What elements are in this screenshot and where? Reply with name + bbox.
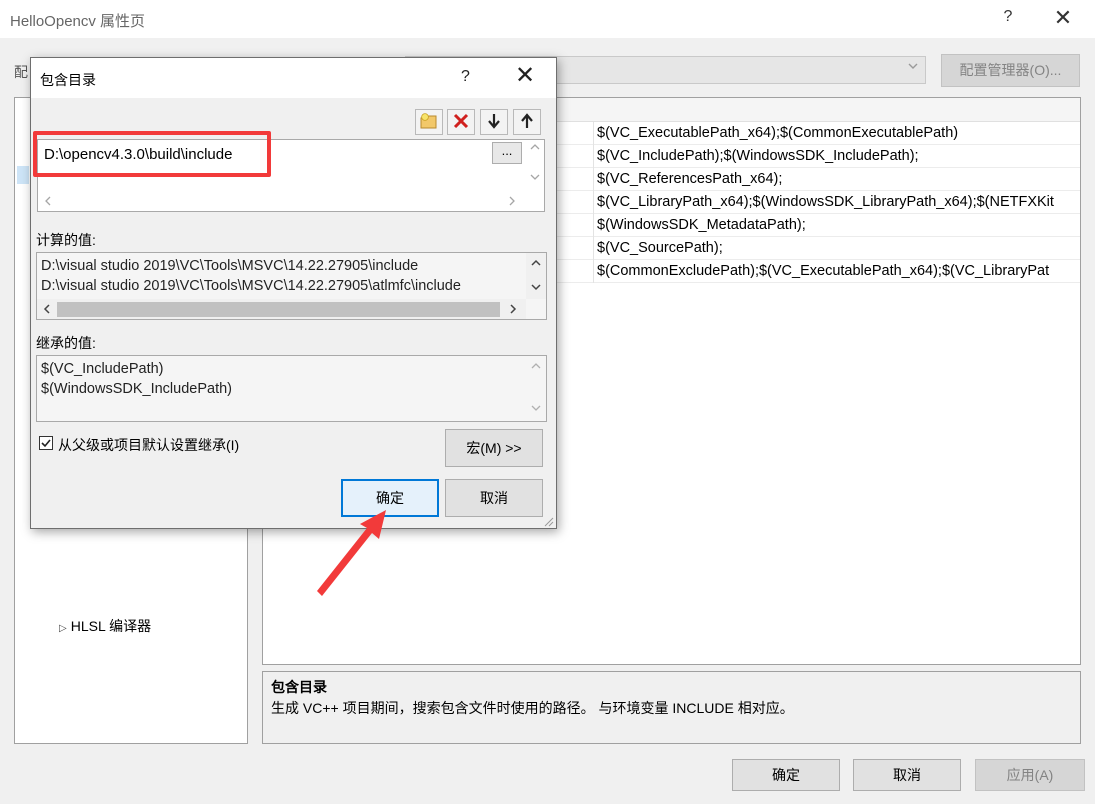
annotation-highlight-box bbox=[33, 131, 271, 177]
description-title: 包含目录 bbox=[271, 679, 327, 695]
tree-selection-highlight bbox=[17, 166, 29, 184]
description-panel: 包含目录 生成 VC++ 项目期间，搜索包含文件时使用的路径。 与环境变量 IN… bbox=[262, 671, 1081, 744]
red-x-icon bbox=[452, 112, 470, 133]
column-divider bbox=[593, 145, 594, 168]
description-text: 生成 VC++ 项目期间，搜索包含文件时使用的路径。 与环境变量 INCLUDE… bbox=[271, 700, 794, 716]
property-value: $(CommonExcludePath);$(VC_ExecutablePath… bbox=[597, 263, 1050, 279]
property-value: $(VC_IncludePath);$(WindowsSDK_IncludePa… bbox=[597, 148, 919, 164]
folder-star-icon bbox=[419, 112, 439, 133]
property-value: $(VC_SourcePath); bbox=[597, 240, 723, 256]
column-divider bbox=[593, 237, 594, 260]
scroll-up-icon[interactable] bbox=[528, 258, 544, 270]
close-icon[interactable]: ✕ bbox=[1053, 6, 1073, 30]
inherited-value-line: $(WindowsSDK_IncludePath) bbox=[41, 381, 233, 397]
vertical-scrollbar[interactable] bbox=[525, 140, 544, 191]
inherited-values-label: 继承的值: bbox=[36, 335, 96, 351]
ok-button[interactable]: 确定 bbox=[732, 759, 840, 791]
chevron-down-icon bbox=[907, 60, 919, 75]
expand-triangle-icon[interactable]: ▷ bbox=[59, 623, 67, 634]
scroll-right-icon[interactable] bbox=[505, 303, 521, 318]
dialog-titlebar: 包含目录 ? ✕ bbox=[31, 58, 556, 98]
property-value: $(VC_ReferencesPath_x64); bbox=[597, 171, 783, 187]
new-line-button[interactable] bbox=[415, 109, 443, 135]
help-icon[interactable]: ? bbox=[461, 68, 470, 86]
inherited-values-list: $(VC_IncludePath) $(WindowsSDK_IncludePa… bbox=[36, 355, 547, 422]
move-up-button[interactable] bbox=[513, 109, 541, 135]
horizontal-scrollbar[interactable] bbox=[38, 191, 525, 211]
column-divider bbox=[593, 122, 594, 145]
checkmark-icon bbox=[41, 439, 51, 448]
scroll-right-icon[interactable] bbox=[504, 195, 520, 210]
inherit-checkbox[interactable] bbox=[39, 436, 53, 450]
scroll-down-icon[interactable] bbox=[528, 403, 544, 415]
horizontal-scrollbar[interactable] bbox=[37, 299, 526, 319]
dialog-title: 包含目录 bbox=[40, 72, 96, 88]
arrow-up-icon bbox=[519, 112, 535, 133]
computed-values-label: 计算的值: bbox=[36, 232, 96, 248]
property-value: $(WindowsSDK_MetadataPath); bbox=[597, 217, 806, 233]
close-icon[interactable]: ✕ bbox=[515, 64, 535, 88]
delete-line-button[interactable] bbox=[447, 109, 475, 135]
inherited-value-line: $(VC_IncludePath) bbox=[41, 361, 164, 377]
tree-item-label: HLSL 编译器 bbox=[70, 618, 152, 634]
computed-values-list: D:\visual studio 2019\VC\Tools\MSVC\14.2… bbox=[36, 252, 547, 320]
arrow-down-icon bbox=[486, 112, 502, 133]
scroll-up-icon[interactable] bbox=[528, 361, 544, 373]
inherit-checkbox-label[interactable]: 从父级或项目默认设置继承(I) bbox=[58, 435, 239, 455]
scroll-up-icon[interactable] bbox=[527, 142, 543, 154]
vertical-scrollbar[interactable] bbox=[526, 356, 546, 421]
help-icon[interactable]: ? bbox=[1000, 8, 1016, 26]
resize-grip-icon[interactable] bbox=[542, 514, 554, 527]
window-titlebar: HelloOpencv 属性页 ? ✕ bbox=[0, 0, 1095, 38]
scrollbar-thumb[interactable] bbox=[57, 302, 500, 317]
column-divider bbox=[593, 168, 594, 191]
configuration-label: 配 bbox=[14, 64, 28, 80]
macros-button[interactable]: 宏(M) >> bbox=[445, 429, 543, 467]
cancel-button[interactable]: 取消 bbox=[853, 759, 961, 791]
configuration-manager-button[interactable]: 配置管理器(O)... bbox=[941, 54, 1080, 87]
scroll-left-icon[interactable] bbox=[40, 195, 56, 210]
move-down-button[interactable] bbox=[480, 109, 508, 135]
browse-button[interactable]: ... bbox=[492, 142, 522, 164]
property-value: $(VC_LibraryPath_x64);$(WindowsSDK_Libra… bbox=[597, 194, 1054, 210]
ok-button[interactable]: 确定 bbox=[341, 479, 439, 517]
column-divider bbox=[593, 260, 594, 283]
apply-button[interactable]: 应用(A) bbox=[975, 759, 1085, 791]
scroll-down-icon[interactable] bbox=[527, 172, 543, 184]
tree-item-hlsl-compiler[interactable]: ▷ HLSL 编译器 bbox=[59, 616, 151, 636]
scroll-left-icon[interactable] bbox=[39, 303, 55, 318]
vertical-scrollbar[interactable] bbox=[526, 253, 546, 299]
cancel-button[interactable]: 取消 bbox=[445, 479, 543, 517]
scroll-down-icon[interactable] bbox=[528, 282, 544, 294]
include-directories-dialog: 包含目录 ? ✕ ... bbox=[30, 57, 557, 529]
computed-value-line: D:\visual studio 2019\VC\Tools\MSVC\14.2… bbox=[41, 258, 419, 274]
column-divider bbox=[593, 191, 594, 214]
property-value: $(VC_ExecutablePath_x64);$(CommonExecuta… bbox=[597, 125, 959, 141]
column-divider bbox=[593, 214, 594, 237]
computed-value-line: D:\visual studio 2019\VC\Tools\MSVC\14.2… bbox=[41, 278, 461, 294]
window-title: HelloOpencv 属性页 bbox=[10, 13, 146, 30]
